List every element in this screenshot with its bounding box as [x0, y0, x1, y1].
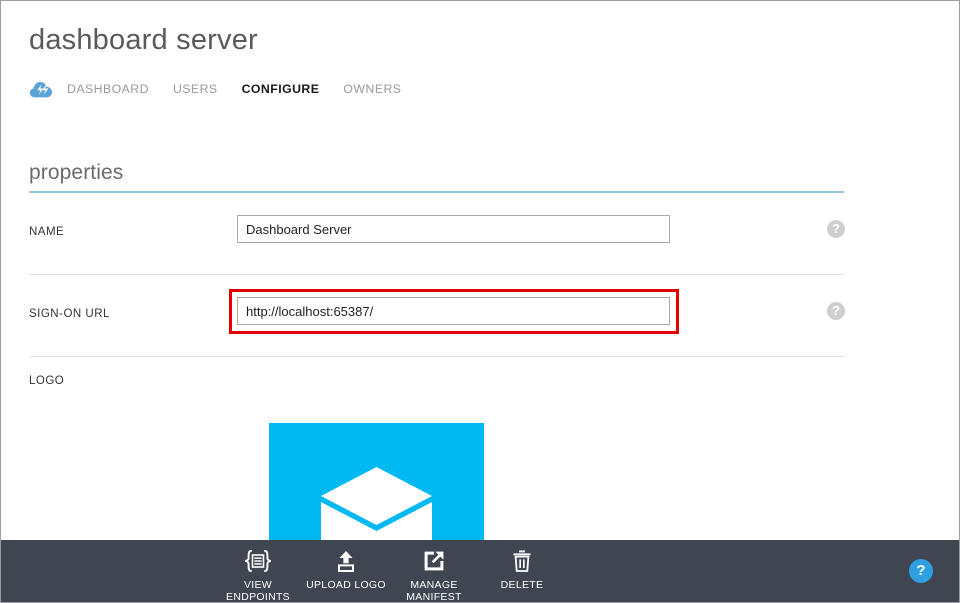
- command-bar: VIEW ENDPOINTS UPLOAD LOGO MANAGE MANIFE…: [1, 540, 959, 602]
- view-endpoints-button[interactable]: VIEW ENDPOINTS: [214, 540, 302, 603]
- name-label: NAME: [29, 226, 65, 238]
- manage-manifest-label: MANAGE MANIFEST: [406, 579, 462, 603]
- tab-navigation: DASHBOARD USERS CONFIGURE OWNERS: [29, 78, 425, 100]
- delete-label: DELETE: [500, 579, 544, 591]
- external-link-icon: [422, 548, 446, 574]
- tab-configure[interactable]: CONFIGURE: [242, 82, 320, 96]
- name-input[interactable]: [237, 215, 670, 243]
- upload-icon: [334, 548, 358, 574]
- trash-icon: [511, 548, 533, 574]
- form-row-logo: LOGO: [29, 357, 844, 387]
- azure-portal-configure-page: dashboard server DASHBOARD USERS CONFIGU…: [0, 0, 960, 603]
- view-endpoints-label: VIEW ENDPOINTS: [226, 579, 290, 603]
- logo-label: LOGO: [29, 375, 65, 387]
- delete-button[interactable]: DELETE: [478, 540, 566, 591]
- properties-form: NAME ? SIGN-ON URL ? LOGO: [29, 193, 845, 387]
- form-row-name: NAME ?: [29, 193, 845, 275]
- tab-owners[interactable]: OWNERS: [343, 82, 401, 96]
- signon-url-input[interactable]: [237, 297, 670, 325]
- form-row-signon-url: SIGN-ON URL ?: [29, 275, 845, 357]
- signon-url-label: SIGN-ON URL: [29, 308, 110, 320]
- signon-url-help-icon[interactable]: ?: [827, 302, 845, 320]
- help-button[interactable]: ?: [909, 559, 933, 583]
- section-title-properties: properties: [29, 161, 124, 184]
- upload-logo-button[interactable]: UPLOAD LOGO: [302, 540, 390, 591]
- app-logo-cube-image: [269, 423, 484, 541]
- name-help-icon[interactable]: ?: [827, 220, 845, 238]
- braces-list-icon: [244, 548, 272, 574]
- upload-logo-label: UPLOAD LOGO: [306, 579, 386, 591]
- cloud-bolt-icon: [29, 79, 53, 99]
- tab-users[interactable]: USERS: [173, 82, 218, 96]
- command-bar-items: VIEW ENDPOINTS UPLOAD LOGO MANAGE MANIFE…: [214, 540, 566, 602]
- page-title: dashboard server: [29, 24, 258, 56]
- manage-manifest-button[interactable]: MANAGE MANIFEST: [390, 540, 478, 603]
- tab-dashboard[interactable]: DASHBOARD: [67, 82, 149, 96]
